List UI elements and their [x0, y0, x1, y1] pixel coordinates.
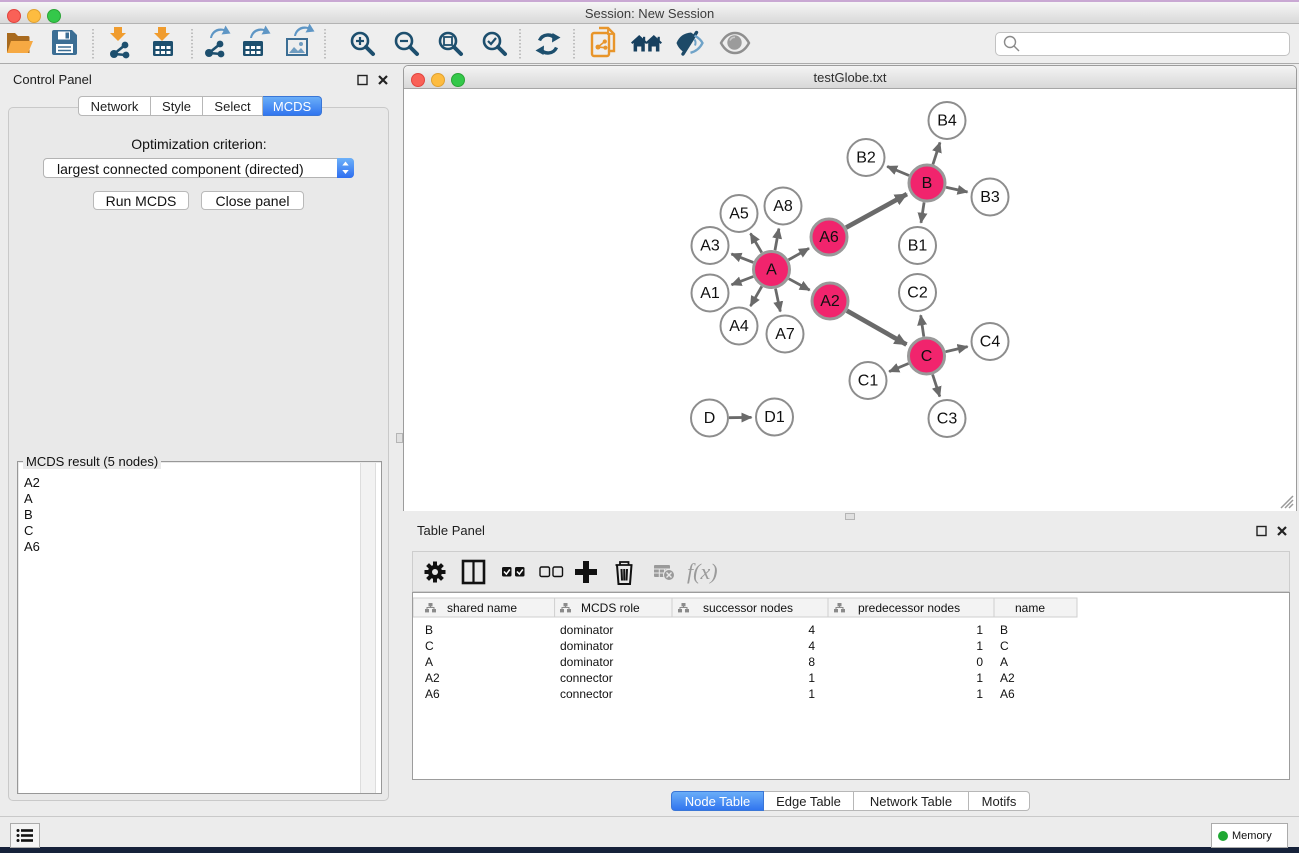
svg-text:4: 4: [808, 623, 815, 637]
svg-text:1: 1: [976, 623, 983, 637]
svg-text:B4: B4: [937, 113, 957, 130]
svg-text:A6: A6: [425, 687, 440, 701]
svg-text:predecessor nodes: predecessor nodes: [858, 601, 960, 615]
svg-text:B1: B1: [908, 238, 928, 255]
svg-text:C1: C1: [858, 373, 879, 390]
svg-text:4: 4: [808, 639, 815, 653]
svg-text:A6: A6: [819, 229, 839, 246]
svg-text:B2: B2: [856, 150, 876, 167]
svg-text:C3: C3: [937, 411, 958, 428]
svg-text:B3: B3: [980, 189, 1000, 206]
svg-text:A5: A5: [729, 206, 749, 223]
svg-text:C2: C2: [907, 285, 928, 302]
svg-text:C: C: [1000, 639, 1009, 653]
svg-text:connector: connector: [560, 671, 613, 685]
svg-text:A4: A4: [729, 318, 749, 335]
svg-text:A2: A2: [425, 671, 440, 685]
svg-text:MCDS role: MCDS role: [581, 601, 640, 615]
svg-text:1: 1: [976, 639, 983, 653]
svg-text:0: 0: [976, 655, 983, 669]
svg-text:shared name: shared name: [447, 601, 517, 615]
svg-text:A8: A8: [773, 198, 793, 215]
svg-text:B: B: [425, 623, 433, 637]
svg-text:C4: C4: [980, 334, 1001, 351]
svg-text:1: 1: [976, 687, 983, 701]
svg-text:A3: A3: [700, 238, 720, 255]
svg-text:A: A: [1000, 655, 1008, 669]
svg-text:C: C: [921, 348, 933, 365]
svg-text:connector: connector: [560, 687, 613, 701]
svg-text:D: D: [704, 410, 716, 427]
svg-text:8: 8: [808, 655, 815, 669]
svg-text:name: name: [1015, 601, 1045, 615]
svg-text:f(x): f(x): [687, 559, 718, 584]
svg-text:A7: A7: [775, 326, 795, 343]
svg-text:dominator: dominator: [560, 655, 613, 669]
svg-text:1: 1: [976, 671, 983, 685]
svg-text:A: A: [766, 262, 777, 279]
svg-text:D1: D1: [764, 409, 785, 426]
svg-text:1: 1: [808, 671, 815, 685]
svg-text:A6: A6: [1000, 687, 1015, 701]
svg-text:C: C: [425, 639, 434, 653]
svg-text:A: A: [425, 655, 433, 669]
svg-text:dominator: dominator: [560, 623, 613, 637]
svg-text:dominator: dominator: [560, 639, 613, 653]
svg-text:B: B: [1000, 623, 1008, 637]
svg-text:successor nodes: successor nodes: [703, 601, 793, 615]
svg-text:A2: A2: [1000, 671, 1015, 685]
svg-text:1: 1: [808, 687, 815, 701]
svg-text:B: B: [922, 175, 933, 192]
svg-text:A2: A2: [820, 293, 840, 310]
svg-text:A1: A1: [700, 285, 720, 302]
